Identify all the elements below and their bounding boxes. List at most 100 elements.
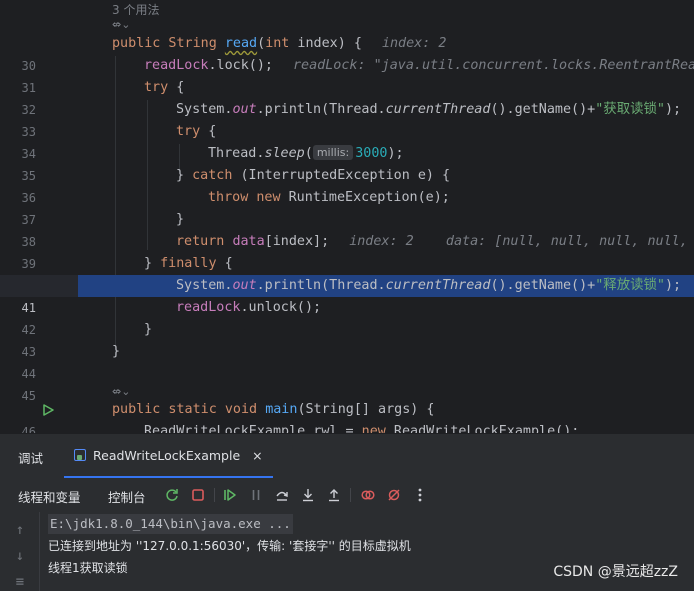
code-token: throw [208,190,249,205]
code-token: sleep [264,146,305,161]
ai-usages-icon[interactable]: ⇎⌄ [112,385,130,398]
console-line: 已连接到地址为 ''127.0.0.1:56030'，传输: '套接字'' 的目… [48,539,411,553]
code-token: { [216,256,233,271]
code-line[interactable]: 30 public String read(int index) {index:… [0,33,694,73]
code-token: data [232,234,265,249]
mute-breakpoints-icon[interactable] [385,486,403,504]
tab-readwritelockexample[interactable]: ReadWriteLockExample × [64,434,273,478]
code-line[interactable]: 47 ReadWriteLockExample rwl = new ReadWr… [0,421,694,433]
code-token: .println(Thread. [256,278,386,293]
code-token: public String [112,36,225,51]
arrow-down-icon[interactable]: ↓ [12,548,28,564]
code-token: out [232,278,257,293]
string-literal: "释放读锁" [595,278,665,293]
view-breakpoints-icon[interactable] [359,486,377,504]
tab-threads-variables[interactable]: 线程和变量 [18,487,81,506]
step-into-icon[interactable] [299,486,317,504]
pause-icon[interactable] [247,486,265,504]
code-token: .lock(); [208,58,274,73]
step-out-icon[interactable] [325,486,343,504]
code-token: } [176,168,193,183]
code-line[interactable]: 34 try { [0,121,694,161]
code-token: currentThread [385,102,491,117]
method-name[interactable]: read [225,36,257,51]
code-token: ReadWriteLockExample(); [385,424,580,433]
console-line: 线程1获取读锁 [48,561,128,575]
string-literal: "获取读锁" [595,102,665,117]
session-tab-label: ReadWriteLockExample [93,447,241,463]
arrow-up-icon[interactable]: ↑ [12,522,28,538]
code-token: return [176,234,225,249]
stop-icon[interactable] [189,486,207,504]
debug-tool-window: 调试 ReadWriteLockExample × 线程和变量 控制台 ↑ ↓ … [0,433,694,591]
code-token: ().getName()+ [490,102,596,117]
code-token: } [112,344,121,359]
toolbar-separator [350,488,351,502]
code-token: } [176,212,185,227]
code-token: ); [387,146,404,161]
code-token: ( [304,146,313,161]
code-token: Thread. [208,146,265,161]
code-line[interactable]: 43 } [0,319,694,359]
code-token: RuntimeException(e); [280,190,450,205]
code-token: System. [176,102,233,117]
code-line[interactable]: 31 readLock.lock(); readLock: "java.util.… [0,55,694,95]
code-token: try [176,124,201,139]
code-line[interactable]: 45 [0,363,694,403]
code-token: finally [160,256,217,271]
debug-tab-bar: 调试 ReadWriteLockExample × [0,434,694,478]
code-token: public static void [112,402,266,417]
resume-icon[interactable] [221,486,239,504]
code-token: .println(Thread. [256,102,386,117]
code-line[interactable]: 46 public static void main(String[] args… [0,399,694,433]
code-token: [index]; [264,234,330,249]
code-editor[interactable]: 3 个用法 ⇎⌄ 30 public String read(int index… [0,0,694,433]
step-over-icon[interactable] [273,486,291,504]
console-side-toolbar: ↑ ↓ ≡ [0,512,40,591]
rerun-icon[interactable] [163,486,181,504]
run-main-icon[interactable] [42,404,54,416]
usages-hint[interactable]: 3 个用法 [112,1,159,18]
code-token: { [200,124,217,139]
code-line[interactable]: 42 readLock.unlock(); [0,297,694,337]
close-icon[interactable]: × [252,448,262,463]
debug-session-icon [74,449,86,461]
code-token: readLock [144,58,209,73]
wrap-lines-icon[interactable]: ≡ [12,574,28,590]
console-line-command[interactable]: E:\jdk1.8.0_144\bin\java.exe ... [48,514,293,534]
inline-debug-value: index: 2 [381,36,447,51]
ai-usages-icon[interactable]: ⇎⌄ [112,18,130,31]
gutter-line[interactable]: 41 [0,275,78,315]
code-token: (InterruptedException e) { [232,168,451,183]
more-options-icon[interactable] [411,486,429,504]
code-line[interactable]: 40 } finally { [0,253,694,293]
debug-panel-title: 调试 [18,451,44,466]
inline-debug-value: index: 2 data: [null, null, null, null, … [349,234,688,249]
code-line[interactable]: 33 System.out.println(Thread.currentThre… [0,99,694,139]
code-token: index) { [289,36,362,51]
toolbar-separator [214,488,215,502]
code-line[interactable]: 39 return data[index]; index: 2 data: [nu… [0,231,694,271]
code-token: new [256,190,281,205]
code-line[interactable]: 36 } catch (InterruptedException e) { [0,165,694,205]
code-token: } [144,322,153,337]
code-line[interactable]: 44 } [0,341,694,381]
tab-console[interactable]: 控制台 [108,487,146,506]
code-token: ); [664,102,682,117]
code-token: { [168,80,185,95]
method-name[interactable]: main [265,402,297,417]
watermark: CSDN @景远超zzZ [553,564,678,580]
code-token: ReadWriteLockExample rwl = [144,424,362,433]
code-token: ( [257,36,266,51]
inline-debug-value: readLock: "java.util.concurrent.locks.Re… [293,58,694,73]
code-line[interactable]: 37 throw new RuntimeException(e); [0,187,694,227]
code-token: System. [176,278,233,293]
code-token: catch [192,168,233,183]
current-execution-line[interactable]: System.out.println(Thread.currentThread(… [78,275,694,297]
code-token: int [265,36,290,51]
code-token: currentThread [385,278,491,293]
code-line[interactable]: 38 } [0,209,694,249]
code-line[interactable]: 35 Thread.sleep(millis: 3000); [0,143,694,183]
code-line[interactable]: 32 try { [0,77,694,117]
code-token: readLock [176,300,241,315]
